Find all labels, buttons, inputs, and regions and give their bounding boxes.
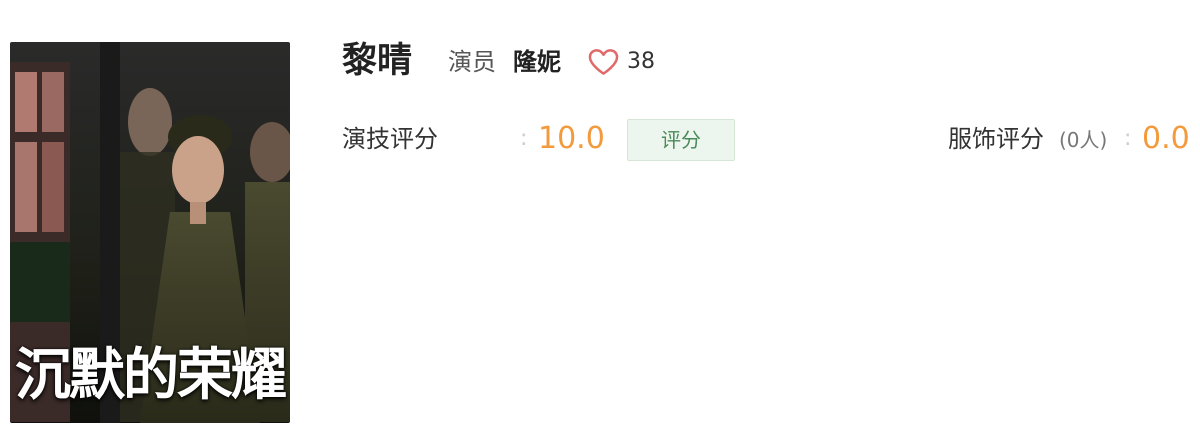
- acting-rating-separator: :: [520, 126, 528, 151]
- actor-name[interactable]: 黎晴: [342, 40, 412, 82]
- poster-title: 沉默的荣耀: [15, 342, 287, 408]
- costume-rating-separator: :: [1124, 126, 1132, 151]
- costume-rating-count: (0人): [1059, 128, 1108, 152]
- role-name[interactable]: 隆妮: [513, 45, 561, 79]
- rate-button[interactable]: 评分: [627, 119, 735, 161]
- heart-icon[interactable]: [588, 48, 619, 76]
- acting-rating-label: 演技评分: [342, 125, 438, 153]
- costume-rating-score: 0.0: [1142, 121, 1190, 156]
- costume-rating-label: 服饰评分: [948, 125, 1044, 153]
- drama-poster[interactable]: 沉默的荣耀: [10, 42, 290, 423]
- role-label: 演员: [448, 48, 496, 76]
- like-count: 38: [627, 49, 655, 74]
- acting-rating-score: 10.0: [538, 121, 605, 156]
